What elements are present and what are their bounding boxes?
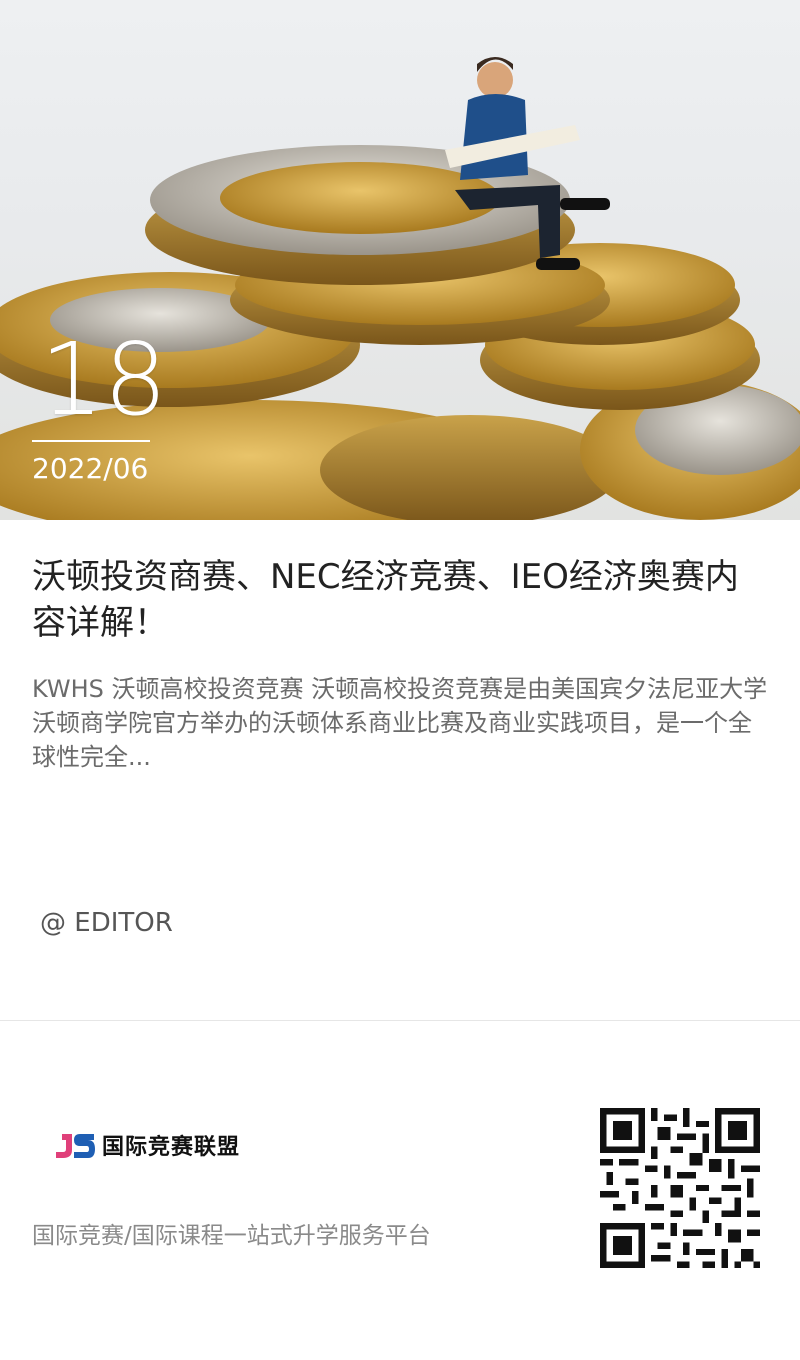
post-title[interactable]: 沃顿投资商赛、NEC经济竞赛、IEO经济奥赛内容详解！ <box>32 554 768 646</box>
post-year-month: 2022/06 <box>32 452 149 485</box>
brand-logo-icon <box>56 1134 95 1158</box>
brand-name: 国际竞赛联盟 <box>102 1135 241 1160</box>
post-day: 18 <box>40 321 168 438</box>
brand-tagline: 国际竞赛/国际课程一站式升学服务平台 <box>32 1223 431 1249</box>
hero-image: 18 2022/06 <box>0 0 800 520</box>
post-author: @ EDITOR <box>40 908 173 938</box>
brand-logo[interactable]: 国际竞赛联盟 <box>54 1128 240 1162</box>
coins-illustration <box>0 57 800 520</box>
date-divider <box>32 440 150 442</box>
qr-code[interactable] <box>600 1108 760 1268</box>
post-summary: KWHS 沃顿高校投资竞赛 沃顿高校投资竞赛是由美国宾夕法尼亚大学沃顿商学院官方… <box>32 675 768 771</box>
section-divider <box>0 1020 800 1021</box>
